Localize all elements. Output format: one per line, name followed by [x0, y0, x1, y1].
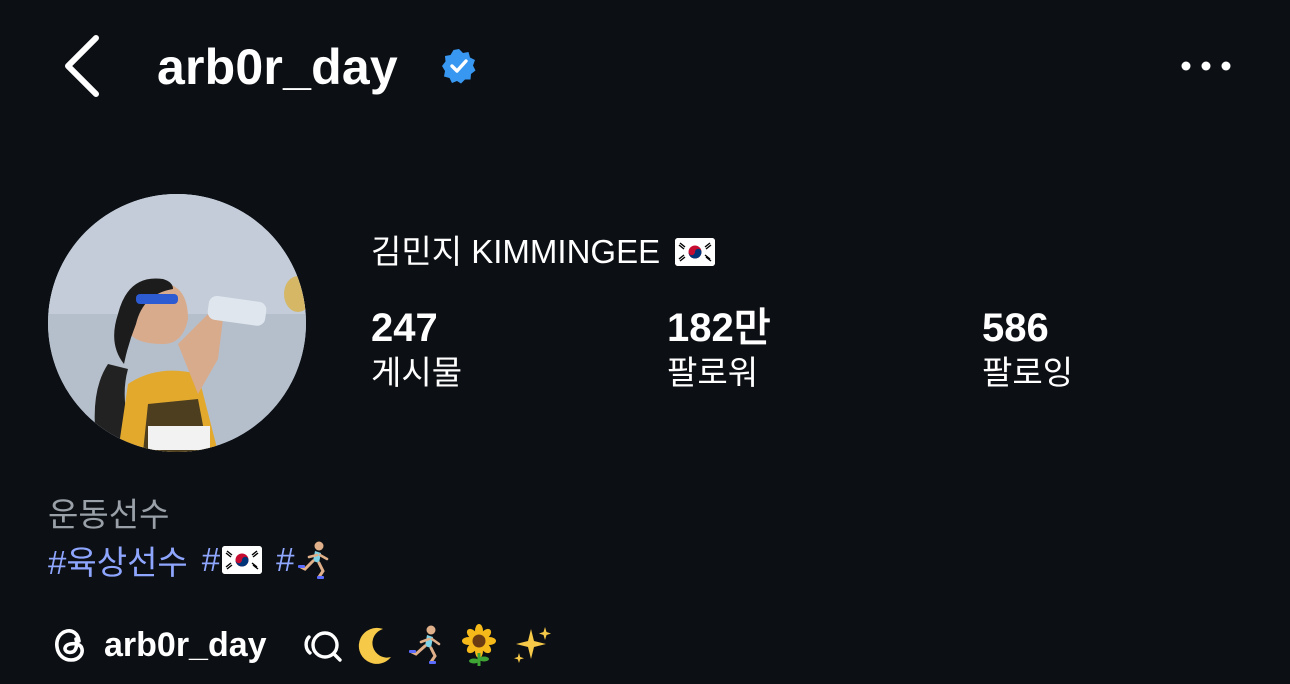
more-options-button[interactable] — [1178, 55, 1234, 77]
stat-following[interactable]: 586 팔로잉 — [982, 305, 1073, 395]
sparkles-emoji — [513, 627, 551, 663]
south-korea-flag-icon — [675, 238, 716, 266]
more-horizontal-icon — [1181, 61, 1231, 71]
threads-chat-icon — [303, 631, 342, 662]
display-name-text: 김민지 KIMMINGEE — [371, 233, 661, 270]
sunflower-emoji — [461, 624, 496, 666]
stat-posts-label: 게시물 — [371, 354, 463, 391]
stat-following-label: 팔로잉 — [982, 354, 1074, 391]
crescent-moon-emoji — [358, 627, 391, 664]
stat-followers[interactable]: 182만 팔로워 — [667, 305, 771, 395]
south-korea-flag-icon — [222, 546, 263, 574]
stat-posts-count: 247 — [371, 306, 438, 350]
hashtag-text: #육상선수 — [48, 544, 188, 581]
hashtag-text: # — [201, 541, 221, 578]
profile-header: arb0r_day — [0, 0, 1290, 135]
stat-following-count: 586 — [982, 306, 1049, 350]
header-username: arb0r_day — [157, 39, 398, 95]
profile-category: 운동선수 — [48, 496, 170, 533]
runner-emoji — [408, 625, 440, 664]
bio-hashtags: #육상선수 # # — [48, 536, 349, 584]
stat-posts[interactable]: 247 게시물 — [371, 305, 462, 395]
hashtag-link[interactable]: #육상선수 — [48, 536, 188, 584]
hashtag-link[interactable]: # — [276, 539, 334, 581]
avatar-photo — [48, 194, 306, 452]
back-button[interactable] — [58, 30, 108, 102]
threads-link-row[interactable]: arb0r_day — [48, 620, 561, 670]
threads-username: arb0r_day — [104, 625, 267, 664]
hashtag-text: # — [276, 541, 295, 578]
chevron-left-icon — [65, 35, 99, 97]
profile-avatar[interactable] — [48, 194, 306, 452]
profile-display-name: 김민지 KIMMINGEE — [371, 225, 716, 273]
stat-followers-label: 팔로워 — [667, 354, 759, 391]
stat-followers-count: 182만 — [667, 306, 771, 350]
runner-emoji — [297, 541, 328, 579]
threads-badges — [301, 623, 561, 667]
verified-badge-icon — [442, 49, 476, 84]
threads-icon — [55, 629, 84, 662]
hashtag-link[interactable]: # — [201, 541, 263, 579]
